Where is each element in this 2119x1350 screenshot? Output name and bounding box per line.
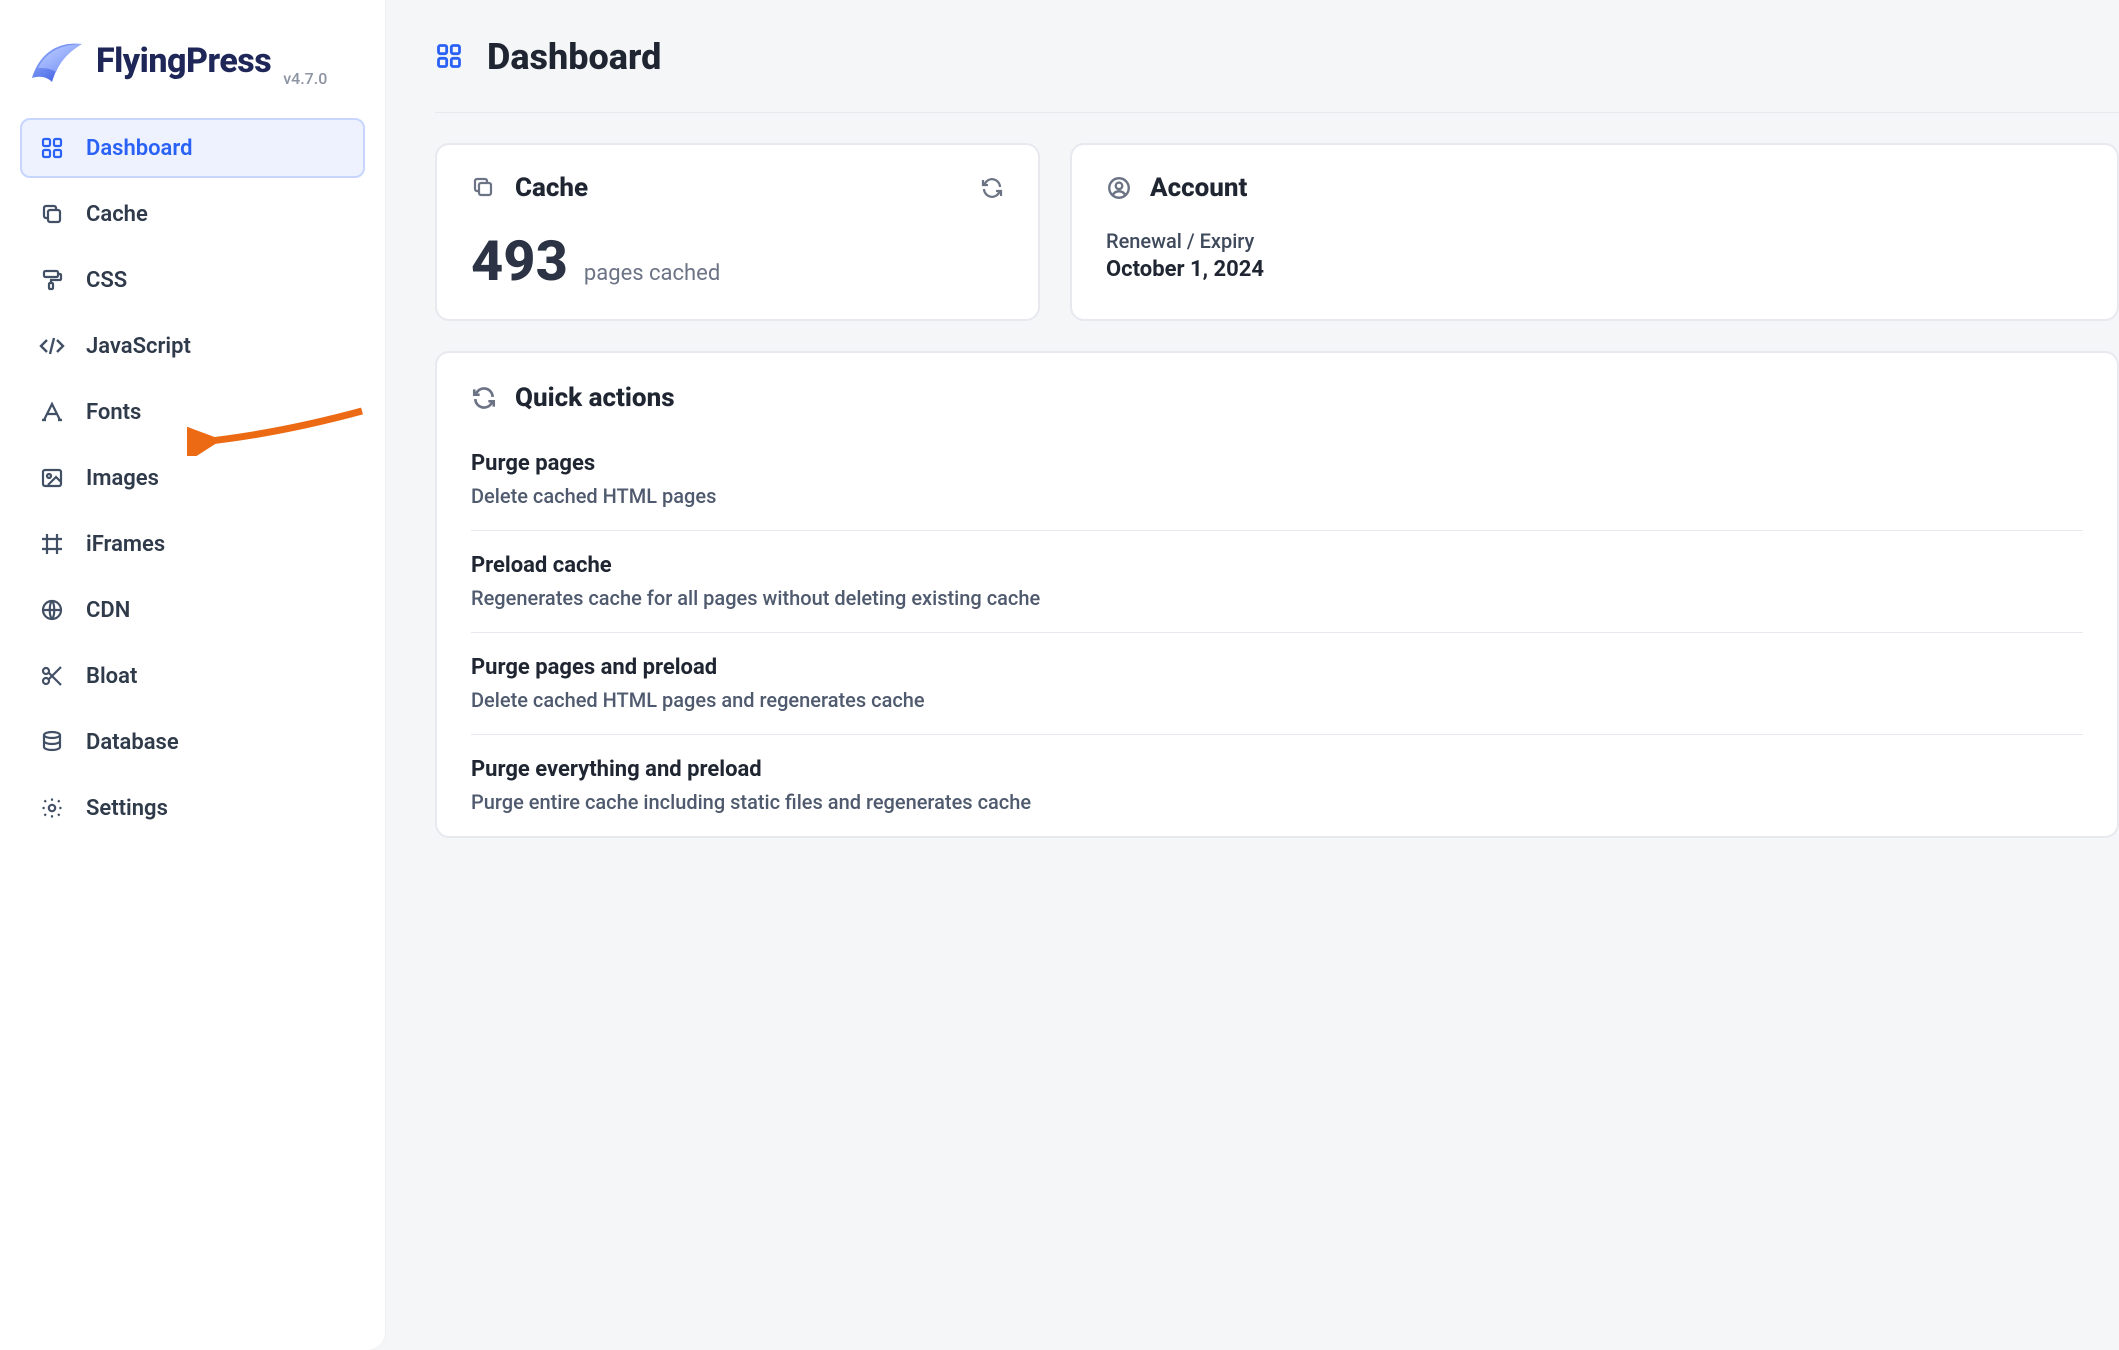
sidebar-item-label: Settings (86, 796, 168, 821)
account-sub-label: Renewal / Expiry (1106, 229, 2083, 253)
quick-action-purge-pages[interactable]: Purge pages Delete cached HTML pages (471, 443, 2083, 530)
paint-icon (38, 266, 66, 294)
quick-action-desc: Delete cached HTML pages (471, 484, 2083, 508)
sidebar-item-cache[interactable]: Cache (20, 184, 365, 244)
sidebar: FlyingPress v4.7.0 Dashboard Cache (0, 0, 385, 1350)
quick-action-desc: Delete cached HTML pages and regenerates… (471, 688, 2083, 712)
card-cache: Cache 493 pages cached (435, 143, 1040, 321)
quick-action-title: Purge pages and preload (471, 655, 2083, 680)
sidebar-nav: Dashboard Cache CSS JavaScript (20, 118, 365, 838)
sidebar-item-label: CSS (86, 268, 127, 293)
sidebar-item-fonts[interactable]: Fonts (20, 382, 365, 442)
card-cache-title: Cache (515, 173, 588, 203)
sidebar-item-label: CDN (86, 598, 130, 623)
frame-icon (38, 530, 66, 558)
sidebar-item-label: Fonts (86, 400, 141, 425)
main-content: Dashboard Cache 493 pages cached (385, 0, 2119, 1350)
grid-icon (38, 134, 66, 162)
quick-action-title: Purge everything and preload (471, 757, 2083, 782)
sidebar-item-bloat[interactable]: Bloat (20, 646, 365, 706)
account-sub-value: October 1, 2024 (1106, 257, 2083, 282)
refresh-button[interactable] (980, 176, 1004, 200)
copy-icon (38, 200, 66, 228)
quick-action-desc: Regenerates cache for all pages without … (471, 586, 2083, 610)
brand-name: FlyingPress (96, 41, 271, 81)
sidebar-item-label: iFrames (86, 532, 165, 557)
sidebar-item-images[interactable]: Images (20, 448, 365, 508)
scissors-icon (38, 662, 66, 690)
sidebar-item-javascript[interactable]: JavaScript (20, 316, 365, 376)
card-account-title: Account (1150, 173, 1247, 203)
refresh-icon (980, 176, 1004, 200)
quick-action-purge-and-preload[interactable]: Purge pages and preload Delete cached HT… (471, 632, 2083, 734)
quick-action-title: Purge pages (471, 451, 2083, 476)
image-icon (38, 464, 66, 492)
user-icon (1106, 175, 1132, 201)
sidebar-item-dashboard[interactable]: Dashboard (20, 118, 365, 178)
brand-version: v4.7.0 (283, 69, 327, 88)
sidebar-item-label: Cache (86, 202, 148, 227)
sidebar-item-label: Bloat (86, 664, 137, 689)
quick-actions-title: Quick actions (515, 383, 675, 413)
page-header: Dashboard (435, 36, 2119, 113)
grid-icon (435, 42, 465, 72)
sidebar-item-css[interactable]: CSS (20, 250, 365, 310)
card-quick-actions: Quick actions Purge pages Delete cached … (435, 351, 2119, 838)
sidebar-item-database[interactable]: Database (20, 712, 365, 772)
sidebar-item-label: Database (86, 730, 179, 755)
copy-icon (471, 175, 497, 201)
brand-logo: FlyingPress (28, 38, 271, 84)
cache-count-label: pages cached (584, 261, 720, 286)
sidebar-item-label: Dashboard (86, 136, 192, 161)
database-icon (38, 728, 66, 756)
quick-action-preload-cache[interactable]: Preload cache Regenerates cache for all … (471, 530, 2083, 632)
page-title: Dashboard (487, 36, 661, 78)
sidebar-item-cdn[interactable]: CDN (20, 580, 365, 640)
gear-icon (38, 794, 66, 822)
cache-count: 493 (471, 233, 568, 289)
logo-icon (28, 38, 84, 84)
quick-action-title: Preload cache (471, 553, 2083, 578)
quick-action-desc: Purge entire cache including static file… (471, 790, 2083, 814)
font-icon (38, 398, 66, 426)
brand: FlyingPress v4.7.0 (20, 34, 365, 118)
quick-action-purge-everything[interactable]: Purge everything and preload Purge entir… (471, 734, 2083, 836)
sidebar-item-settings[interactable]: Settings (20, 778, 365, 838)
card-account: Account Renewal / Expiry October 1, 2024 (1070, 143, 2119, 321)
globe-icon (38, 596, 66, 624)
sidebar-item-iframes[interactable]: iFrames (20, 514, 365, 574)
sidebar-item-label: Images (86, 466, 159, 491)
refresh-icon (471, 385, 497, 411)
sidebar-item-label: JavaScript (86, 334, 191, 359)
code-icon (38, 332, 66, 360)
